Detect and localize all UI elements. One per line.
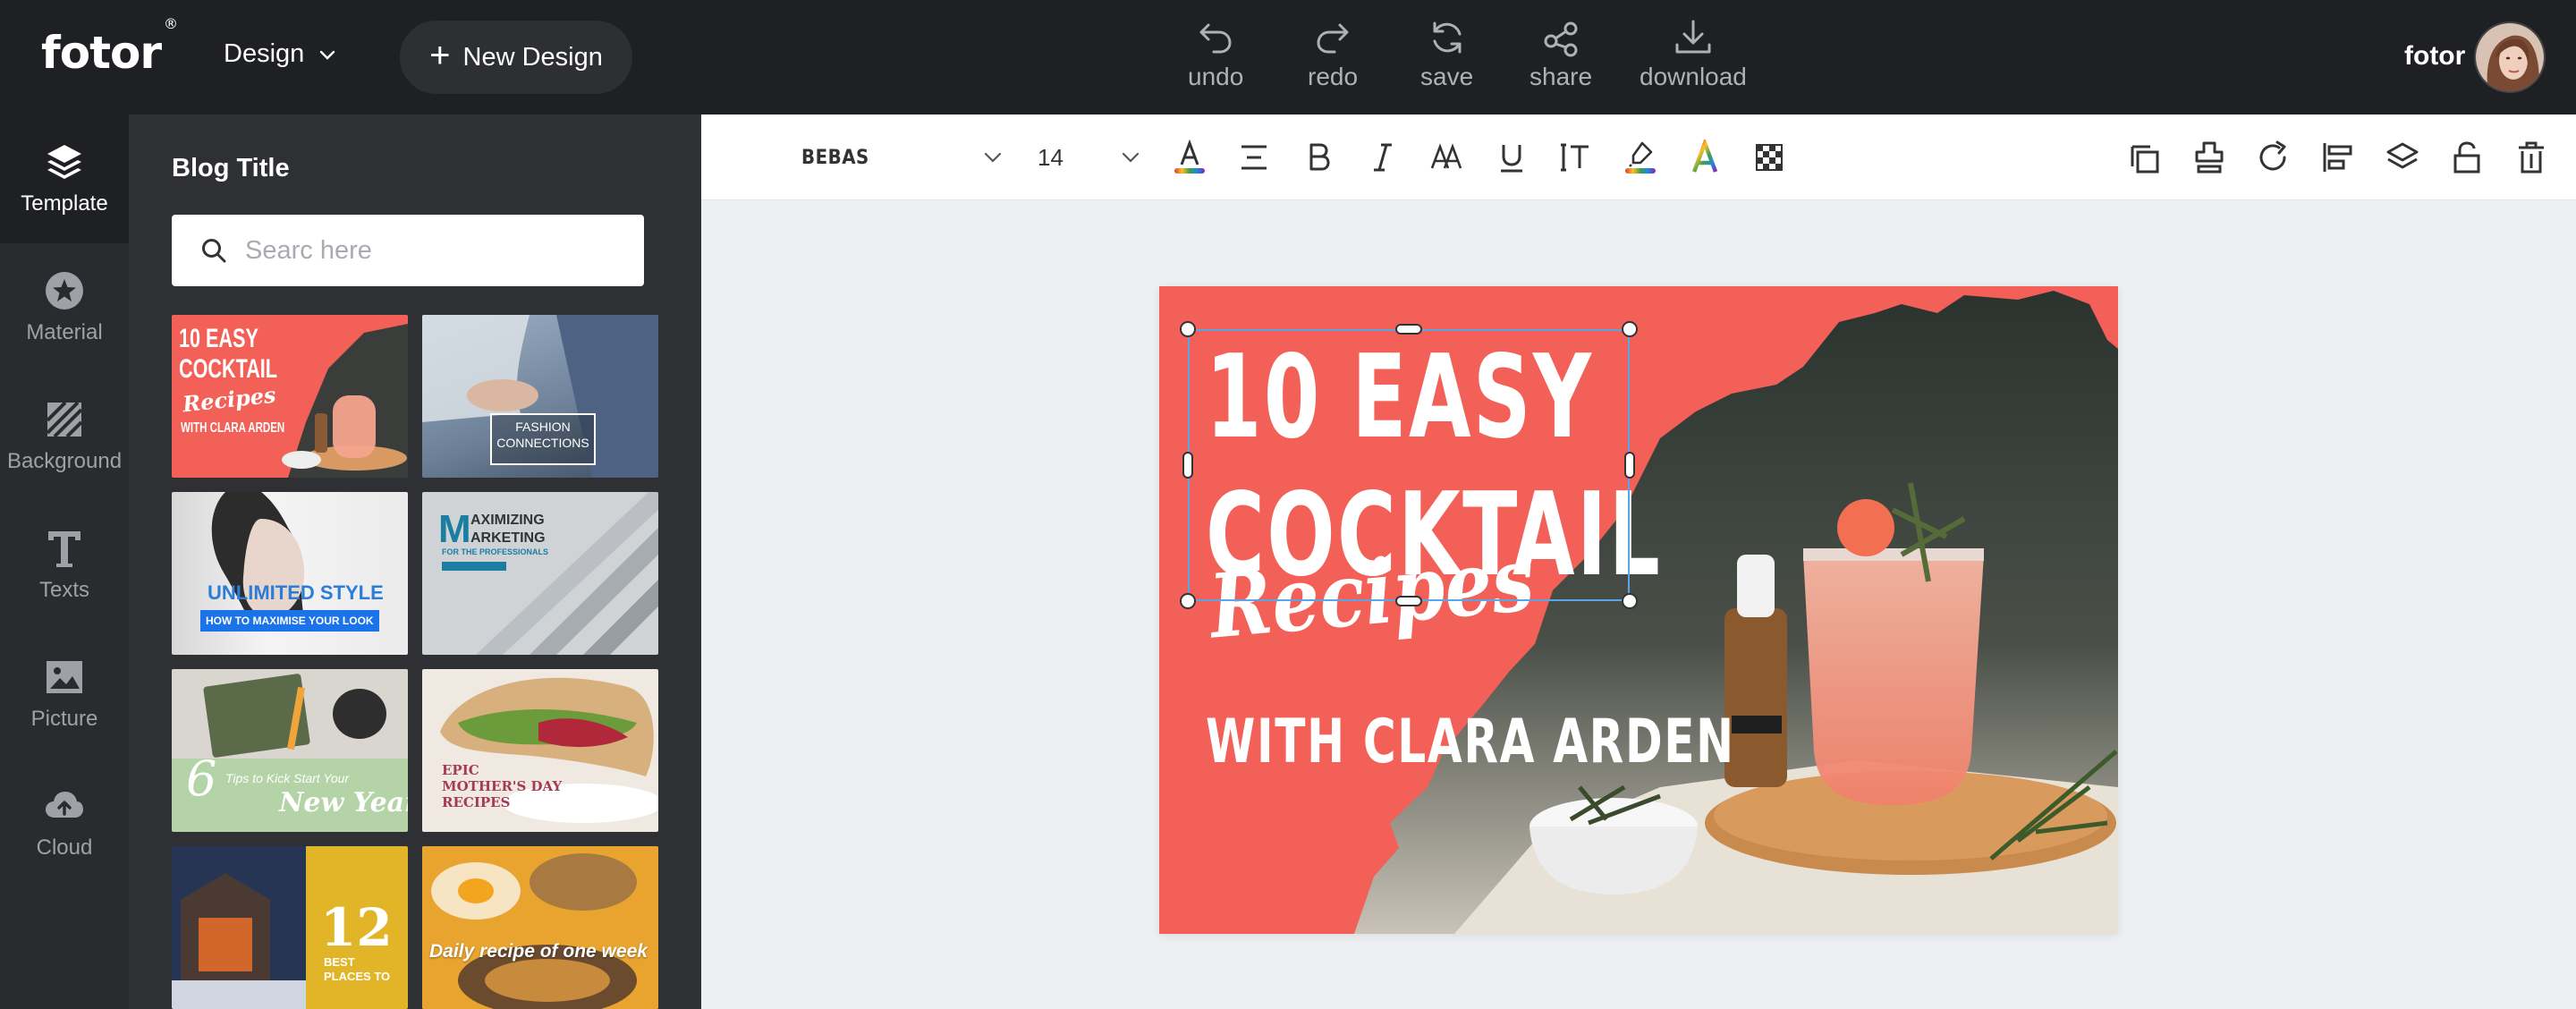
bold-icon [1309, 143, 1330, 171]
layers-icon [47, 145, 81, 179]
top-bar: fotor® Design + New Design undo redo sav… [0, 0, 2576, 114]
fotor-logo[interactable]: fotor® [41, 15, 178, 79]
search-box [172, 215, 644, 286]
chevron-down-icon [984, 152, 1002, 163]
rail-material[interactable]: Material [0, 243, 129, 372]
template-daily-recipe[interactable]: Daily recipe of one week [422, 846, 658, 1009]
layer-button[interactable] [2381, 136, 2424, 179]
picture-icon [47, 661, 82, 693]
bold-button[interactable] [1297, 136, 1340, 179]
search-input[interactable] [245, 235, 621, 266]
transparency-icon [1756, 144, 1783, 171]
resize-handle-bottom-left[interactable] [1180, 593, 1196, 609]
duplicate-button[interactable] [2123, 136, 2166, 179]
font-family-select[interactable]: BEBAS [801, 141, 1004, 174]
background-icon [46, 401, 83, 438]
gradient-text-button[interactable] [1683, 136, 1726, 179]
line-spacing-button[interactable] [1555, 136, 1597, 179]
sync-icon [1433, 21, 1462, 54]
new-design-label: New Design [462, 42, 603, 72]
highlight-button[interactable] [1619, 136, 1662, 179]
template-new-year[interactable]: 6 Tips to Kick Start Your New Year [172, 669, 408, 832]
user-name: fotor [2404, 41, 2466, 71]
rail-texts[interactable]: Texts [0, 501, 129, 630]
user-avatar[interactable] [2474, 21, 2546, 93]
text-color-button[interactable] [1168, 136, 1211, 179]
template-cocktail[interactable]: 10 EASY COCKTAIL Recipes WITH CLARA ARDE… [172, 315, 408, 478]
cloud-icon [46, 792, 83, 818]
trash-icon [2519, 141, 2544, 174]
template-fashion[interactable]: FASHION CONNECTIONS [422, 315, 658, 478]
redo-button[interactable]: redo [1308, 18, 1358, 98]
transparency-button[interactable] [1748, 136, 1791, 179]
align-button[interactable] [1233, 136, 1275, 179]
letter-case-button[interactable] [1426, 136, 1469, 179]
undo-icon [1199, 23, 1232, 54]
template-best-places[interactable]: 12 BEST PLACES TO [172, 846, 408, 1009]
share-button[interactable]: share [1530, 18, 1592, 98]
delete-button[interactable] [2510, 136, 2553, 179]
share-icon [1544, 21, 1578, 57]
rotate-button[interactable] [2252, 136, 2295, 179]
design-menu[interactable]: Design [224, 39, 338, 69]
panel-title: Blog Title [172, 154, 290, 182]
stamp-icon [2195, 141, 2224, 174]
resize-handle-top-right[interactable] [1622, 321, 1638, 337]
italic-button[interactable] [1361, 136, 1404, 179]
redo-icon [1317, 23, 1349, 54]
left-rail: Template Material Background Texts Pictu… [0, 114, 129, 1009]
rail-picture[interactable]: Picture [0, 630, 129, 759]
resize-handle-left[interactable] [1182, 452, 1193, 479]
new-design-button[interactable]: + New Design [400, 21, 632, 94]
resize-handle-bottom-right[interactable] [1622, 593, 1638, 609]
resize-handle-top-left[interactable] [1180, 321, 1196, 337]
chevron-down-icon [1122, 152, 1140, 163]
highlighter-icon [1625, 141, 1656, 174]
text-color-icon [1174, 140, 1205, 174]
underline-button[interactable] [1490, 136, 1533, 179]
template-mothers-day[interactable]: EPIC MOTHER'S DAY RECIPES [422, 669, 658, 832]
rotate-icon [2259, 140, 2286, 171]
italic-icon [1374, 143, 1392, 172]
gradient-a-icon [1691, 140, 1718, 173]
plus-icon: + [429, 36, 451, 75]
chevron-down-icon [320, 50, 335, 60]
align-left-icon [2323, 143, 2352, 172]
search-icon [202, 239, 226, 263]
rail-background[interactable]: Background [0, 372, 129, 501]
undo-button[interactable]: undo [1188, 18, 1243, 98]
resize-handle-bottom[interactable] [1395, 596, 1422, 606]
rail-cloud[interactable]: Cloud [0, 759, 129, 887]
text-icon [48, 531, 80, 567]
template-panel: Blog Title 10 EASY COCKTAIL Recipes WITH… [129, 114, 701, 1009]
align-objects-button[interactable] [2317, 136, 2360, 179]
rail-template[interactable]: Template [0, 114, 129, 243]
layers-icon [2386, 142, 2419, 169]
text-property-toolbar: BEBAS 14 [701, 114, 2576, 200]
template-unlimited-style[interactable]: UNLIMITED STYLE HOW TO MAXIMISE YOUR LOO… [172, 492, 408, 655]
design-canvas[interactable]: 10 EASY COCKTAIL Recipes WITH CLARA ARDE… [1159, 286, 2118, 934]
resize-handle-top[interactable] [1395, 324, 1422, 335]
star-icon [46, 272, 83, 309]
template-maximizing-marketing[interactable]: M AXIMIZING ARKETING FOR THE PROFESSIONA… [422, 492, 658, 655]
resize-handle-right[interactable] [1624, 452, 1635, 479]
font-size-select[interactable]: 14 [1038, 141, 1141, 174]
letter-case-icon [1430, 143, 1462, 169]
lock-icon [2453, 141, 2480, 174]
download-icon [1675, 20, 1711, 54]
copy-icon [2131, 145, 2159, 174]
lock-button[interactable] [2445, 136, 2488, 179]
save-button[interactable]: save [1420, 18, 1473, 98]
line-spacing-icon [1561, 143, 1589, 172]
underline-icon [1501, 145, 1522, 173]
download-button[interactable]: download [1640, 18, 1747, 98]
align-center-icon [1241, 145, 1267, 170]
byline-text[interactable]: WITH CLARA ARDEN [1206, 707, 1735, 777]
format-painter-button[interactable] [2188, 136, 2231, 179]
design-menu-label: Design [224, 39, 305, 68]
